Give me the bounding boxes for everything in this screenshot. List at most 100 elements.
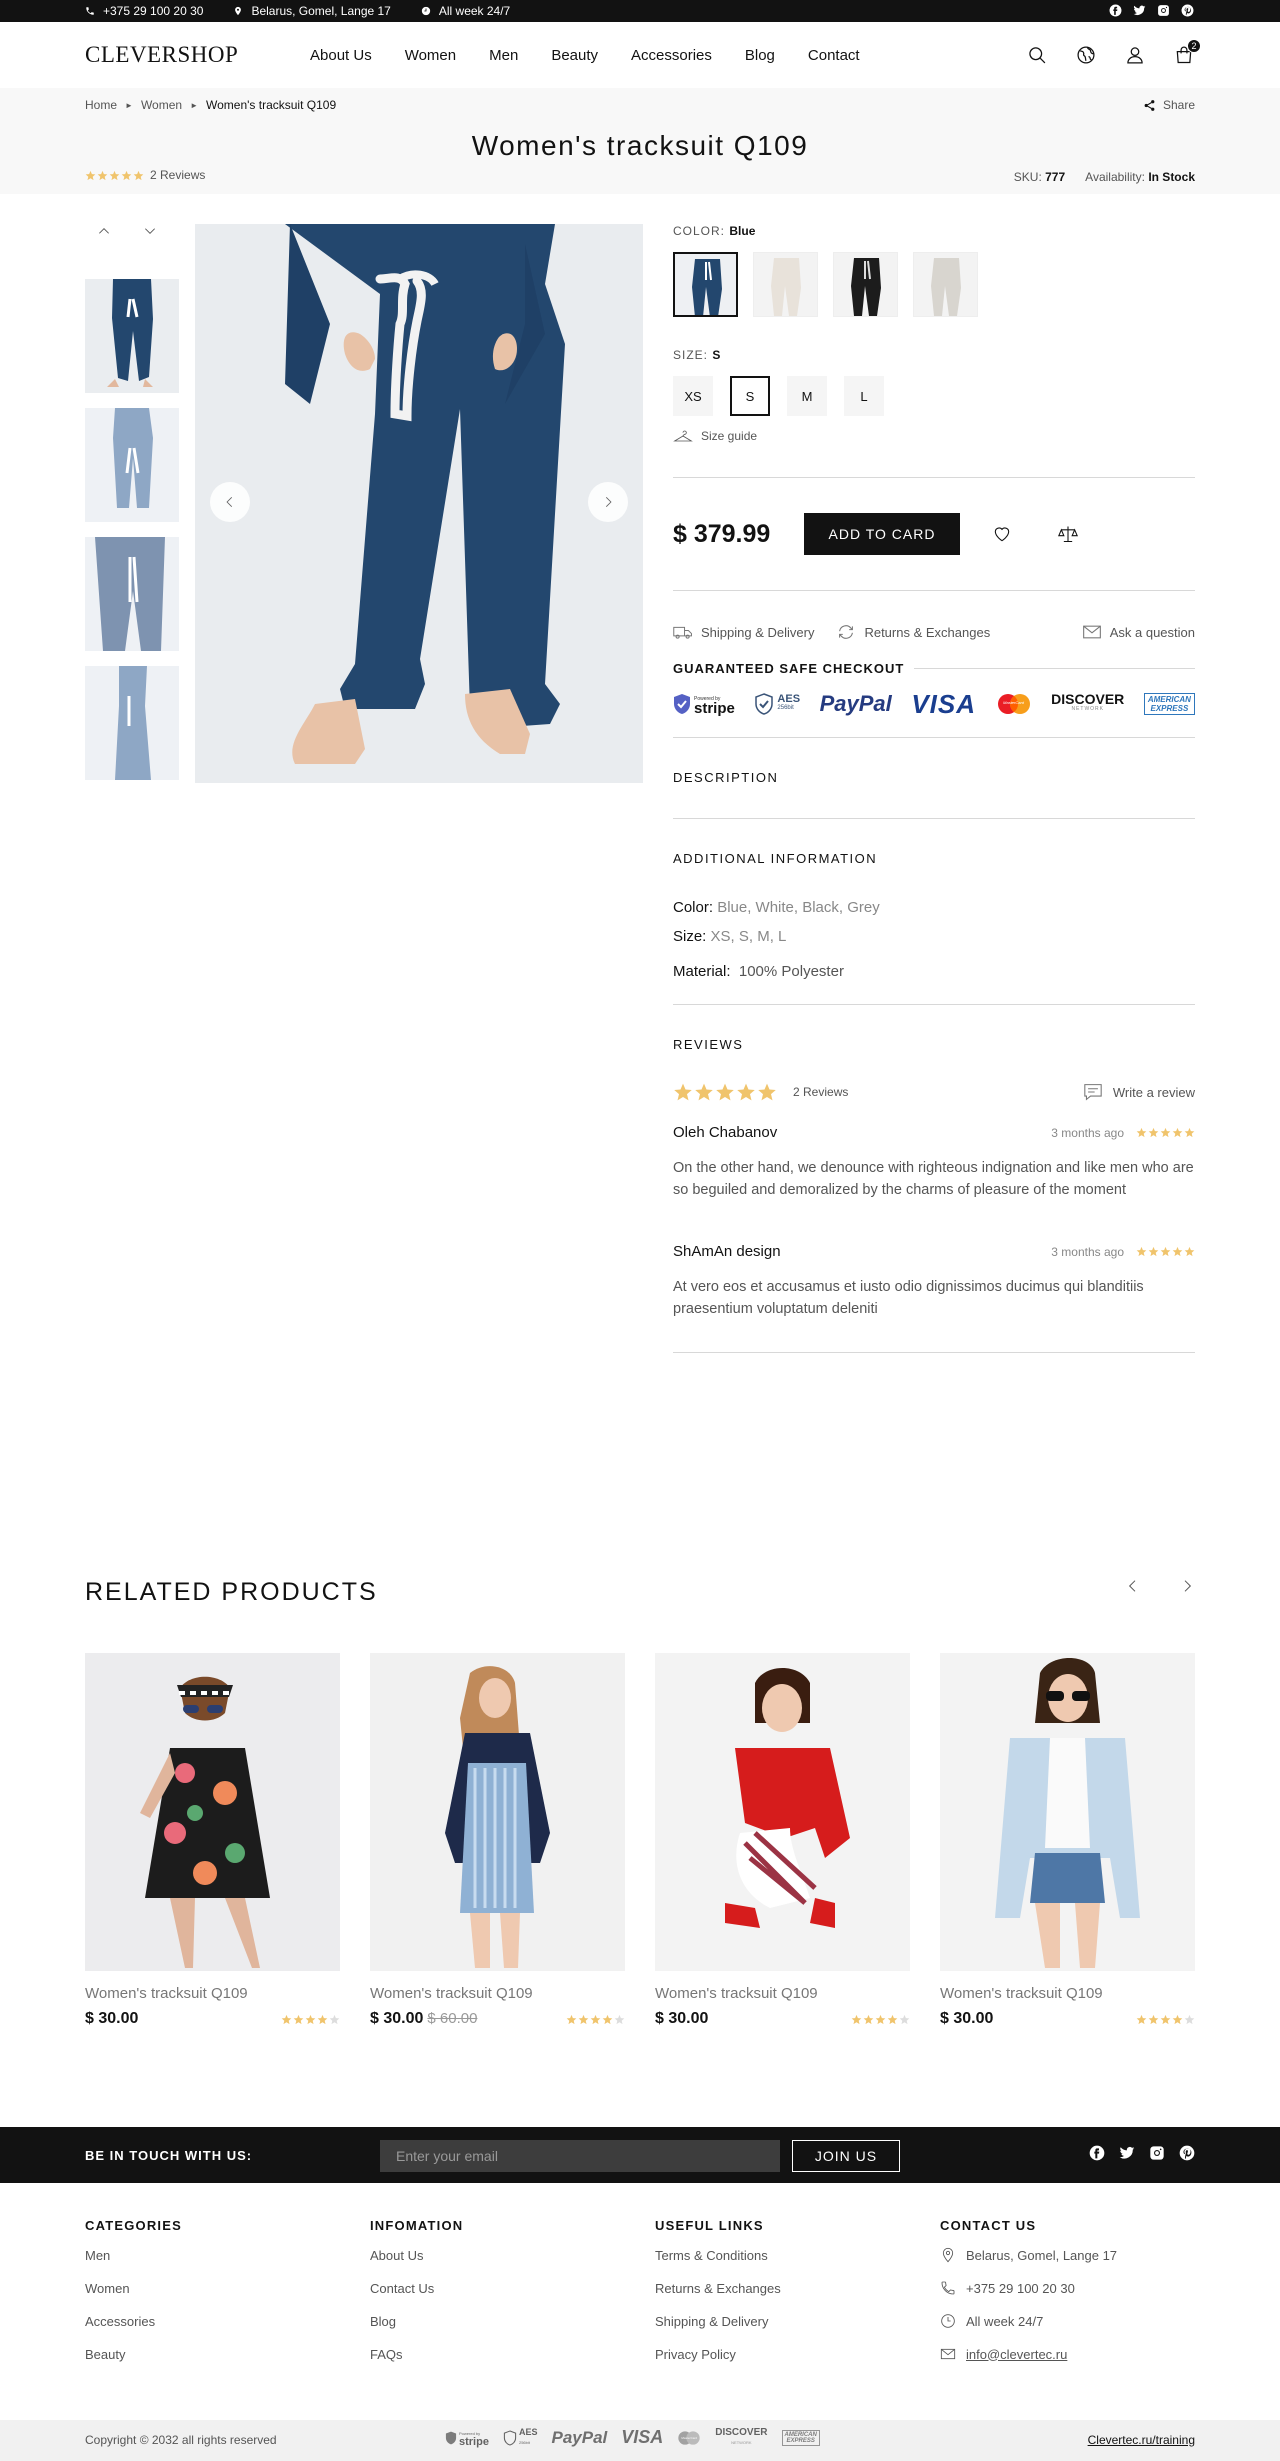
product-card-name[interactable]: Women's tracksuit Q109 — [370, 1985, 625, 2002]
instagram-icon[interactable] — [1156, 3, 1171, 18]
size-s[interactable]: S — [730, 376, 770, 416]
join-us-button[interactable]: JOIN US — [792, 2140, 900, 2172]
thumbnail-4[interactable] — [85, 666, 179, 780]
product-card-name[interactable]: Women's tracksuit Q109 — [655, 1985, 910, 2002]
image-next-button[interactable] — [588, 482, 628, 522]
facebook-icon[interactable] — [1108, 3, 1123, 18]
thumbnail-2[interactable] — [85, 408, 179, 522]
footer-link[interactable]: Contact Us — [370, 2280, 655, 2296]
nav-accessories[interactable]: Accessories — [631, 47, 712, 64]
shipping-delivery-link[interactable]: Shipping & Delivery — [673, 624, 814, 640]
star-icon — [97, 170, 108, 180]
swatch-grey[interactable] — [913, 252, 978, 317]
envelope-icon — [1082, 625, 1101, 639]
share-button[interactable]: Share — [1143, 98, 1195, 112]
footer-email[interactable]: info@clevertec.ru — [940, 2346, 1195, 2362]
compare-scales-icon[interactable] — [1056, 522, 1080, 546]
tab-additional-information[interactable]: ADDITIONAL INFORMATION — [673, 851, 1195, 866]
topbar-address: Belarus, Gomel, Lange 17 — [233, 4, 391, 18]
footer-link[interactable]: Blog — [370, 2313, 655, 2329]
footer-address: Belarus, Gomel, Lange 17 — [940, 2247, 1195, 2263]
nav-men[interactable]: Men — [489, 47, 518, 64]
chevron-left-icon[interactable] — [1125, 1578, 1141, 1599]
thumbnail-1[interactable] — [85, 279, 179, 393]
footer-link[interactable]: Accessories — [85, 2313, 370, 2329]
footer-link[interactable]: Shipping & Delivery — [655, 2313, 940, 2329]
nav-blog[interactable]: Blog — [745, 47, 775, 64]
chevron-right-icon[interactable] — [1179, 1578, 1195, 1599]
tab-reviews[interactable]: REVIEWS — [673, 1037, 1195, 1052]
footer-link[interactable]: Beauty — [85, 2346, 370, 2362]
globe-icon[interactable] — [1075, 44, 1097, 66]
swatch-blue[interactable] — [673, 252, 738, 317]
footer-phone[interactable]: +375 29 100 20 30 — [940, 2280, 1195, 2296]
image-prev-button[interactable] — [210, 482, 250, 522]
facebook-icon[interactable] — [1089, 2145, 1105, 2166]
footer-link[interactable]: Women — [85, 2280, 370, 2296]
product-card[interactable]: Women's tracksuit Q109 $ 30.00 — [940, 1653, 1195, 2028]
logo[interactable]: CLEVERSHOP — [85, 42, 310, 68]
size-m[interactable]: M — [787, 376, 827, 416]
breadcrumb-home[interactable]: Home — [85, 98, 117, 112]
footer-link[interactable]: Privacy Policy — [655, 2346, 940, 2362]
training-link[interactable]: Clevertec.ru/training — [1088, 2433, 1195, 2447]
pinterest-icon[interactable] — [1179, 2145, 1195, 2166]
share-icon — [1144, 99, 1155, 111]
product-card-image[interactable] — [370, 1653, 625, 1971]
star-icon — [1136, 2014, 1147, 2024]
nav-beauty[interactable]: Beauty — [551, 47, 598, 64]
product-header-band: Home ► Women ► Women's tracksuit Q109 Sh… — [0, 88, 1280, 194]
availability-label: Availability: — [1085, 170, 1145, 184]
review-item: Oleh Chabanov 3 months ago On the other … — [673, 1124, 1195, 1201]
envelope-icon — [940, 2348, 956, 2360]
twitter-icon[interactable] — [1119, 2145, 1135, 2166]
footer-link[interactable]: About Us — [370, 2247, 655, 2263]
search-icon[interactable] — [1026, 44, 1048, 66]
size-l[interactable]: L — [844, 376, 884, 416]
instagram-icon[interactable] — [1149, 2145, 1165, 2166]
twitter-icon[interactable] — [1132, 3, 1147, 18]
product-card-name[interactable]: Women's tracksuit Q109 — [85, 1985, 340, 2002]
footer-link[interactable]: Men — [85, 2247, 370, 2263]
user-icon[interactable] — [1124, 44, 1146, 66]
swatch-black[interactable] — [833, 252, 898, 317]
product-card[interactable]: Women's tracksuit Q109 $ 30.00 — [655, 1653, 910, 2028]
size-xs[interactable]: XS — [673, 376, 713, 416]
share-label: Share — [1162, 98, 1195, 112]
product-card[interactable]: Women's tracksuit Q109 $ 30.00 $ 60.00 — [370, 1653, 625, 2028]
product-card-image[interactable] — [85, 1653, 340, 1971]
footer-link[interactable]: Terms & Conditions — [655, 2247, 940, 2263]
product-card-image[interactable] — [940, 1653, 1195, 1971]
product-card-name[interactable]: Women's tracksuit Q109 — [940, 1985, 1195, 2002]
newsletter-email-input[interactable] — [380, 2140, 780, 2172]
heart-icon[interactable] — [990, 522, 1014, 546]
sku-value: 777 — [1045, 170, 1066, 184]
cart-icon[interactable]: 2 — [1173, 39, 1201, 66]
review-item: ShAmAn design 3 months ago At vero eos e… — [673, 1243, 1195, 1320]
ask-question-link[interactable]: Ask a question — [1082, 624, 1195, 640]
chevron-up-icon[interactable] — [97, 224, 111, 243]
tab-description[interactable]: DESCRIPTION — [673, 770, 1195, 785]
nav-about-us[interactable]: About Us — [310, 47, 372, 64]
breadcrumb-women[interactable]: Women — [141, 98, 182, 112]
chevron-down-icon[interactable] — [143, 224, 157, 243]
topbar-phone[interactable]: +375 29 100 20 30 — [85, 4, 203, 18]
thumbnail-3[interactable] — [85, 537, 179, 651]
add-to-cart-button[interactable]: ADD TO CARD — [804, 513, 960, 555]
pinterest-icon[interactable] — [1180, 3, 1195, 18]
product-card[interactable]: Women's tracksuit Q109 $ 30.00 — [85, 1653, 340, 2028]
product-rating[interactable]: 2 Reviews — [85, 168, 205, 182]
product-card-image[interactable] — [655, 1653, 910, 1971]
info-color: Color: Blue, White, Black, Grey — [673, 899, 1195, 916]
size-guide-link[interactable]: Size guide — [673, 429, 1195, 443]
info-color-label: Color: — [673, 899, 714, 916]
returns-exchanges-link[interactable]: Returns & Exchanges — [836, 624, 990, 640]
footer-link[interactable]: FAQs — [370, 2346, 655, 2362]
write-review-button[interactable]: Write a review — [1083, 1083, 1195, 1101]
footer-link[interactable]: Returns & Exchanges — [655, 2280, 940, 2296]
chevron-left-icon — [226, 497, 233, 507]
nav-contact[interactable]: Contact — [808, 47, 860, 64]
nav-women[interactable]: Women — [405, 47, 456, 64]
star-icon — [758, 1083, 776, 1101]
swatch-white[interactable] — [753, 252, 818, 317]
